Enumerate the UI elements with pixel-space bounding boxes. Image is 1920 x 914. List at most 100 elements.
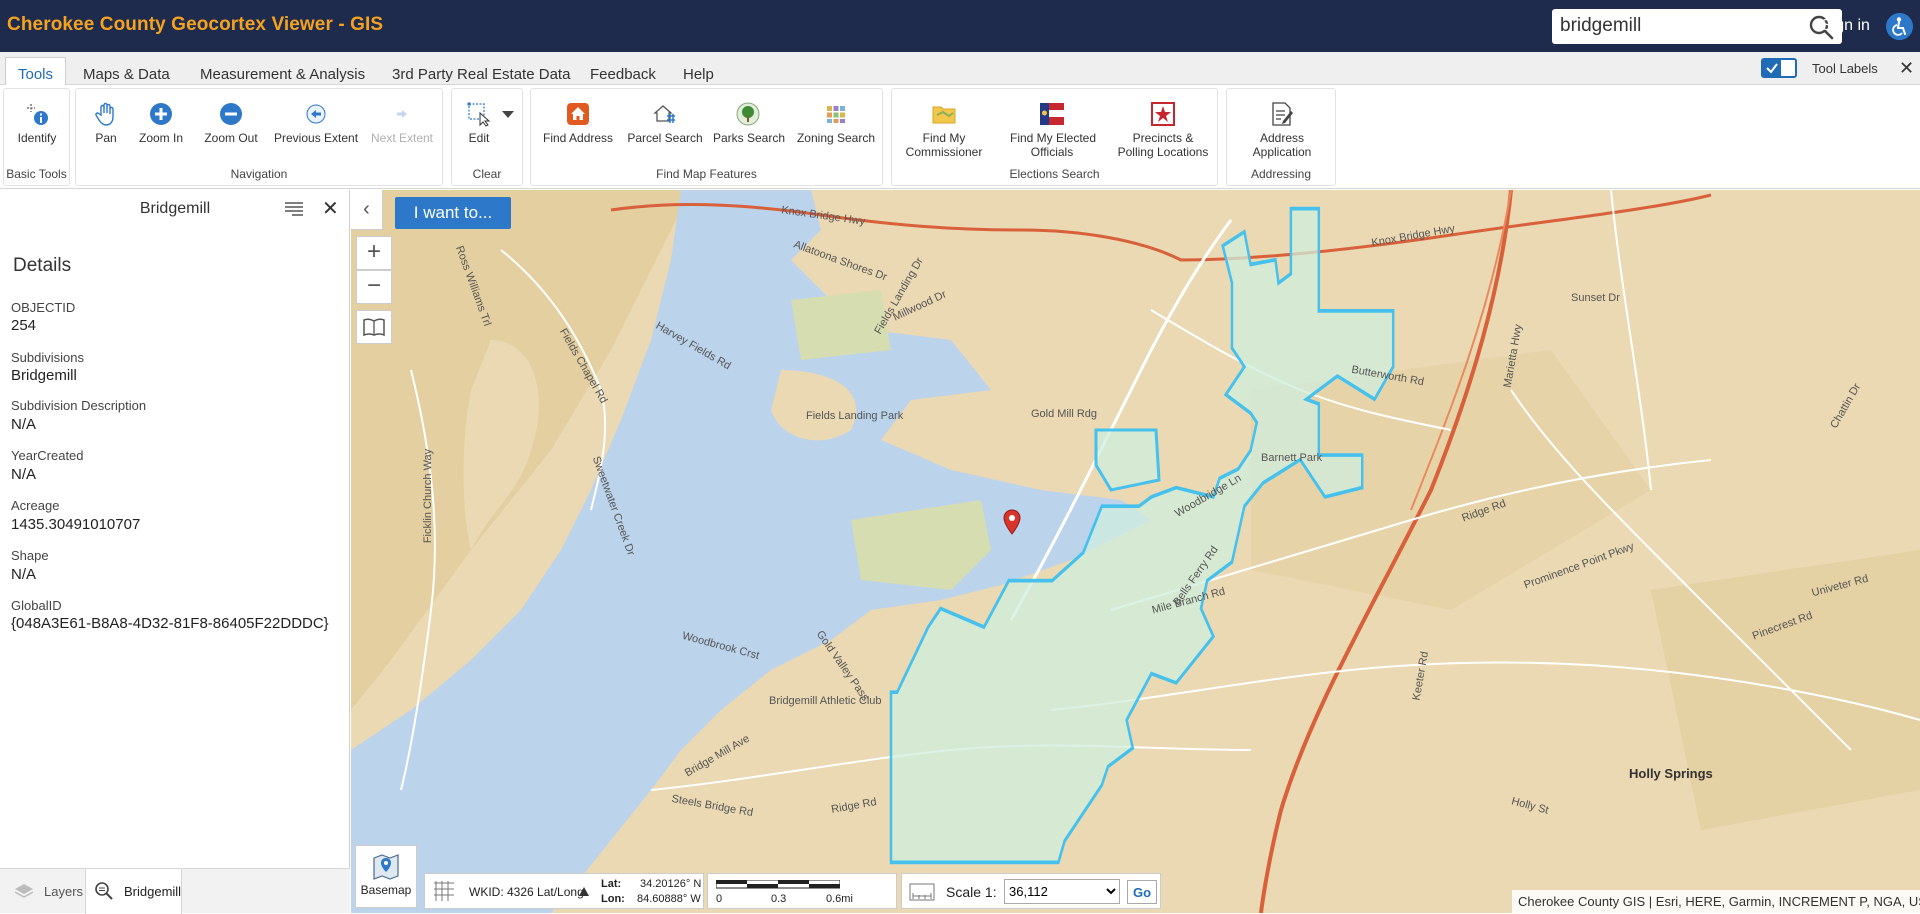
coordinate-readout: WKID: 4326 Lat/Long Lat: 34.20126° N Lon… — [424, 873, 704, 909]
sign-in-link[interactable]: Sign in — [1821, 17, 1870, 35]
toolbar: Identify Basic Tools Pan Zoom In Zoom Ou… — [0, 85, 1920, 189]
map-label: Barnett Park — [1261, 452, 1323, 464]
map-zoom-in-button[interactable]: + — [356, 236, 392, 270]
next-extent-button[interactable]: Next Extent — [368, 101, 436, 145]
grid-icon[interactable] — [432, 879, 456, 903]
basemap-icon — [373, 854, 399, 880]
panel-close-button[interactable]: ✕ — [322, 196, 339, 221]
search-results-icon — [95, 882, 113, 900]
map-marker-icon[interactable] — [1003, 509, 1021, 535]
search-input[interactable] — [1560, 14, 1790, 38]
tab-maps-data[interactable]: Maps & Data — [71, 58, 182, 86]
find-address-button[interactable]: Find Address — [543, 101, 613, 145]
group-clear: Edit Clear — [451, 88, 523, 186]
subdivision-boundary-east[interactable] — [1094, 428, 1161, 492]
house-icon — [567, 103, 589, 125]
field-label: OBJECTID — [11, 300, 76, 315]
search-box[interactable] — [1552, 9, 1842, 44]
details-panel: Bridgemill ✕ Details OBJECTID 254 Subdiv… — [0, 190, 350, 913]
scale-go-button[interactable]: Go — [1127, 880, 1157, 904]
precincts-polling-locations-button[interactable]: Precincts & Polling Locations — [1115, 101, 1211, 159]
star-ballot-icon — [1151, 102, 1175, 126]
panel-footer-tabs: Layers Bridgemill — [0, 868, 350, 914]
accessibility-icon[interactable] — [1886, 13, 1913, 40]
tab-feedback[interactable]: Feedback — [578, 58, 668, 86]
group-elections-search: Find My Commissioner Find My Elected Off… — [891, 88, 1218, 186]
app-title: Cherokee County Geocortex Viewer - GIS — [7, 14, 384, 35]
field-value: {048A3E61-B8A8-4D32-81F8-86405F22DDDC} — [11, 615, 329, 632]
scale-icon[interactable] — [908, 881, 936, 903]
parcel-search-button[interactable]: Parcel Search — [627, 101, 703, 145]
triangle-up-icon[interactable] — [579, 887, 589, 896]
layers-icon — [14, 884, 34, 898]
find-my-elected-officials-button[interactable]: Find My Elected Officials — [1010, 101, 1096, 159]
map-view[interactable]: Knox Bridge Hwy Knox Bridge Hwy Bells Fe… — [351, 190, 1920, 913]
chevron-down-icon[interactable] — [502, 111, 514, 119]
map-label: Fields Landing Park — [806, 410, 904, 422]
edit-icon — [467, 102, 491, 127]
edit-button[interactable]: Edit — [459, 101, 499, 145]
zoning-icon — [827, 106, 845, 123]
ribbon-tabs: Tools Maps & Data Measurement & Analysis… — [0, 52, 1920, 85]
basemap-button[interactable]: Basemap — [355, 845, 417, 908]
zoom-in-button[interactable]: Zoom In — [136, 101, 186, 145]
identify-button[interactable]: Identify — [11, 101, 63, 145]
scale-bar-graphic — [716, 880, 840, 889]
group-addressing: Address Application Addressing — [1226, 88, 1336, 186]
previous-extent-button[interactable]: Previous Extent — [274, 101, 358, 145]
map-label: Bridgemill Athletic Club — [769, 695, 882, 707]
zoom-in-icon — [150, 103, 172, 125]
group-find-map-features: Find Address Parcel Search Parks Search — [530, 88, 883, 186]
map-folder-icon — [932, 106, 956, 124]
field-value: N/A — [11, 466, 37, 483]
tab-measurement-analysis[interactable]: Measurement & Analysis — [188, 58, 377, 86]
parks-search-button[interactable]: Parks Search — [713, 101, 785, 145]
find-my-commissioner-button[interactable]: Find My Commissioner — [905, 101, 983, 159]
scale-bar: 0 0.3 0.6mi — [707, 873, 897, 909]
details-heading: Details — [13, 255, 72, 276]
book-icon — [363, 318, 385, 337]
tab-help[interactable]: Help — [671, 58, 726, 86]
field-value: N/A — [11, 566, 37, 583]
menu-icon[interactable] — [284, 201, 304, 217]
bridgemill-tab[interactable]: Bridgemill — [85, 869, 182, 914]
hand-icon — [95, 102, 114, 126]
parcel-icon — [653, 105, 675, 123]
map-label: Sunset Dr — [1571, 292, 1620, 304]
scale-select[interactable]: 36,112 — [1004, 879, 1120, 904]
map-attribution: Cherokee County GIS | Esri, HERE, Garmin… — [1512, 890, 1920, 913]
zoning-search-button[interactable]: Zoning Search — [796, 101, 876, 145]
map-label: Holly Springs — [1629, 766, 1713, 781]
i-want-to-button[interactable]: I want to... — [395, 197, 511, 229]
scale-control: Scale 1: 36,112 Go — [901, 873, 1161, 909]
georgia-flag-icon — [1040, 103, 1064, 125]
next-extent-icon — [397, 110, 407, 118]
wkid-selector[interactable]: WKID: 4326 Lat/Long — [469, 885, 584, 899]
zoom-out-icon — [220, 103, 242, 125]
zoom-out-button[interactable]: Zoom Out — [203, 101, 259, 145]
map-label: Ficklin Church Way — [422, 448, 435, 544]
bookmarks-button[interactable] — [356, 310, 392, 344]
map-label: Gold Mill Rdg — [1031, 408, 1098, 420]
previous-extent-icon — [306, 104, 326, 124]
group-basic-tools: Identify Basic Tools — [3, 88, 70, 186]
address-application-button[interactable]: Address Application — [1242, 101, 1322, 159]
basemap-svg — [351, 190, 1920, 913]
tab-tools[interactable]: Tools — [5, 57, 67, 85]
document-edit-icon — [1272, 102, 1293, 126]
pan-button[interactable]: Pan — [88, 101, 124, 145]
checkmark-icon — [1763, 60, 1781, 76]
tree-icon — [736, 102, 760, 126]
field-label: Shape — [11, 548, 49, 563]
field-value: 254 — [11, 317, 37, 334]
tab-3rd-party-real-estate[interactable]: 3rd Party Real Estate Data — [380, 58, 582, 86]
collapse-panel-button[interactable]: ‹ — [351, 190, 383, 230]
map-zoom-out-button[interactable]: − — [356, 270, 392, 304]
field-value: 1435.30491010707 — [11, 516, 141, 533]
tool-labels-label: Tool Labels — [1812, 61, 1878, 76]
field-value: N/A — [11, 416, 37, 433]
tool-labels-toggle[interactable] — [1761, 58, 1797, 78]
ribbon-close-button[interactable]: ✕ — [1899, 58, 1914, 79]
field-label: YearCreated — [11, 448, 84, 463]
layers-tab[interactable]: Layers — [10, 869, 83, 914]
